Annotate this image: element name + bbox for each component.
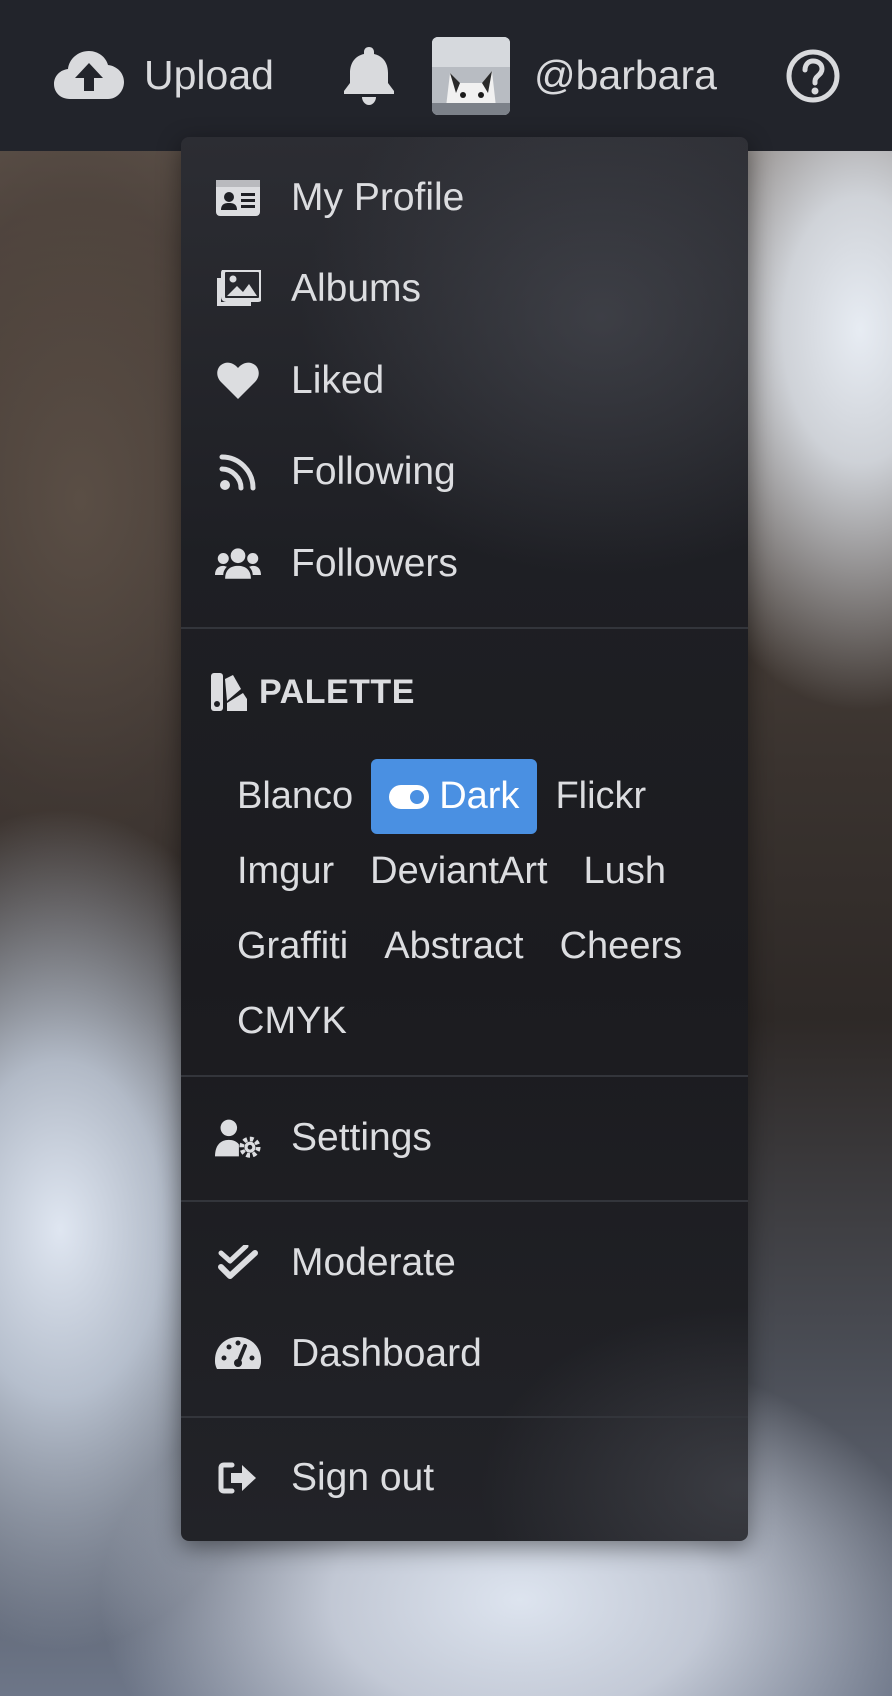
swatchbook-icon xyxy=(211,673,247,711)
menu-divider xyxy=(181,1075,748,1077)
menu-item-followers[interactable]: Followers xyxy=(181,519,748,609)
menu-item-label: Moderate xyxy=(291,1241,456,1284)
palette-option-deviantart[interactable]: DeviantArt xyxy=(352,834,565,909)
menu-item-my-profile[interactable]: My Profile xyxy=(181,153,748,243)
palette-option-imgur[interactable]: Imgur xyxy=(219,834,352,909)
heart-icon xyxy=(215,358,261,404)
menu-divider xyxy=(181,627,748,629)
palette-option-label: Imgur xyxy=(237,850,335,892)
menu-item-label: Settings xyxy=(291,1116,432,1159)
rss-icon xyxy=(215,449,261,495)
avatar xyxy=(432,36,510,115)
menu-item-sign-out[interactable]: Sign out xyxy=(181,1433,748,1523)
menu-item-label: Sign out xyxy=(291,1456,435,1499)
top-bar: Upload @barbara xyxy=(0,0,892,151)
menu-divider xyxy=(181,1416,748,1418)
menu-item-label: My Profile xyxy=(291,176,465,219)
notifications-button[interactable] xyxy=(343,0,395,151)
palette-option-label: DeviantArt xyxy=(370,850,548,892)
help-button[interactable] xyxy=(786,0,840,151)
palette-option-blanco[interactable]: Blanco xyxy=(219,759,371,834)
sign-out-icon xyxy=(215,1455,261,1501)
palette-option-flickr[interactable]: Flickr xyxy=(537,759,664,834)
check-double-icon xyxy=(215,1240,261,1286)
palette-option-label: Blanco xyxy=(237,775,354,817)
user-cog-icon xyxy=(215,1115,261,1161)
palette-option-cmyk[interactable]: CMYK xyxy=(219,984,365,1059)
user-dropdown-menu: My Profile Albums Liked Following Follow… xyxy=(181,137,748,1541)
palette-option-label: Dark xyxy=(439,775,520,817)
menu-item-dashboard[interactable]: Dashboard xyxy=(181,1309,748,1399)
palette-option-label: CMYK xyxy=(237,1000,347,1042)
question-circle-icon xyxy=(786,49,840,103)
palette-option-lush[interactable]: Lush xyxy=(566,834,684,909)
menu-item-settings[interactable]: Settings xyxy=(181,1093,748,1183)
menu-item-moderate[interactable]: Moderate xyxy=(181,1218,748,1308)
palette-option-dark[interactable]: Dark xyxy=(371,759,538,834)
bell-icon xyxy=(343,46,395,105)
palette-options: Blanco Dark Flickr Imgur DeviantArt Lush… xyxy=(219,759,719,1059)
palette-option-label: Flickr xyxy=(555,775,647,817)
palette-option-label: Graffiti xyxy=(237,925,349,967)
palette-option-label: Cheers xyxy=(559,925,683,967)
menu-divider xyxy=(181,1200,748,1202)
upload-button[interactable]: Upload xyxy=(54,0,274,151)
users-icon xyxy=(215,541,261,587)
palette-heading-label: PALETTE xyxy=(259,672,415,711)
menu-item-label: Albums xyxy=(291,267,422,310)
menu-item-liked[interactable]: Liked xyxy=(181,336,748,426)
images-icon xyxy=(215,266,261,312)
menu-item-albums[interactable]: Albums xyxy=(181,244,748,334)
menu-item-following[interactable]: Following xyxy=(181,427,748,517)
palette-option-graffiti[interactable]: Graffiti xyxy=(219,909,366,984)
menu-item-label: Following xyxy=(291,450,456,493)
toggle-on-icon xyxy=(389,784,430,809)
user-menu-toggle[interactable]: @barbara xyxy=(432,0,717,151)
menu-item-label: Dashboard xyxy=(291,1332,482,1375)
palette-option-cheers[interactable]: Cheers xyxy=(542,909,701,984)
palette-option-label: Abstract xyxy=(384,925,524,967)
username-label: @barbara xyxy=(534,52,717,98)
menu-item-label: Liked xyxy=(291,359,385,402)
palette-option-abstract[interactable]: Abstract xyxy=(366,909,541,984)
upload-label: Upload xyxy=(144,52,274,98)
palette-heading: PALETTE xyxy=(211,667,415,717)
tachometer-icon xyxy=(215,1331,261,1377)
cloud-upload-icon xyxy=(54,50,124,101)
palette-option-label: Lush xyxy=(583,850,666,892)
id-card-icon xyxy=(215,175,261,221)
menu-item-label: Followers xyxy=(291,542,458,585)
